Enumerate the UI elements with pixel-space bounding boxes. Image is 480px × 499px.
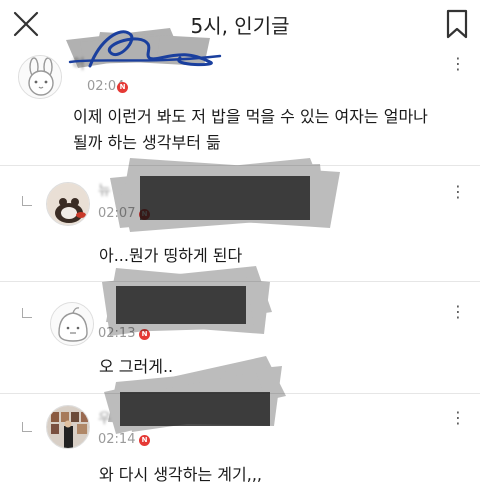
more-vertical-icon[interactable]: ⋮ bbox=[446, 406, 470, 430]
avatar[interactable] bbox=[46, 405, 90, 449]
name-redaction-block bbox=[100, 148, 350, 238]
avatar[interactable] bbox=[50, 302, 94, 346]
photo-avatar-icon bbox=[47, 406, 89, 448]
new-badge: N bbox=[117, 82, 128, 93]
more-vertical-icon[interactable]: ⋮ bbox=[446, 300, 470, 324]
new-badge: N bbox=[139, 209, 150, 220]
comment-text: 아...뭔가 띵하게 된다 bbox=[99, 246, 243, 265]
comment-time: 02:13 bbox=[98, 326, 136, 341]
comment-time: 02:14 bbox=[98, 432, 136, 447]
comment-text: 오 그러게.. bbox=[99, 357, 174, 376]
author-name[interactable]: 허 bbox=[72, 54, 85, 73]
reply-indicator-icon bbox=[22, 422, 32, 432]
author-name[interactable]: 뉴 bbox=[98, 180, 111, 199]
comment-text: 이제 이런거 봐도 저 밥을 먹을 수 있는 여자는 얼마나 bbox=[73, 107, 428, 126]
comment-text: 와 다시 생각하는 계기,,, bbox=[99, 465, 262, 484]
avatar[interactable] bbox=[18, 55, 62, 99]
reply-indicator-icon bbox=[22, 308, 32, 318]
top-bar: 5시, 인기글 bbox=[0, 0, 480, 48]
photo-avatar-icon bbox=[47, 183, 89, 225]
page-title: 5시, 인기글 bbox=[190, 14, 290, 38]
divider bbox=[0, 281, 480, 282]
reply-indicator-icon bbox=[22, 196, 32, 206]
comment-time: 02:07 bbox=[98, 206, 136, 221]
new-badge: N bbox=[139, 435, 150, 446]
character-avatar-icon bbox=[51, 303, 93, 345]
more-vertical-icon[interactable]: ⋮ bbox=[446, 52, 470, 76]
bookmark-icon[interactable] bbox=[444, 8, 470, 40]
divider bbox=[0, 165, 480, 166]
comment-text: 될까 하는 생각부터 듦 bbox=[73, 133, 221, 152]
new-badge: N bbox=[139, 329, 150, 340]
author-name[interactable]: 우 bbox=[98, 408, 111, 427]
more-vertical-icon[interactable]: ⋮ bbox=[446, 180, 470, 204]
rabbit-avatar-icon bbox=[19, 56, 61, 98]
avatar[interactable] bbox=[46, 182, 90, 226]
divider bbox=[0, 393, 480, 394]
